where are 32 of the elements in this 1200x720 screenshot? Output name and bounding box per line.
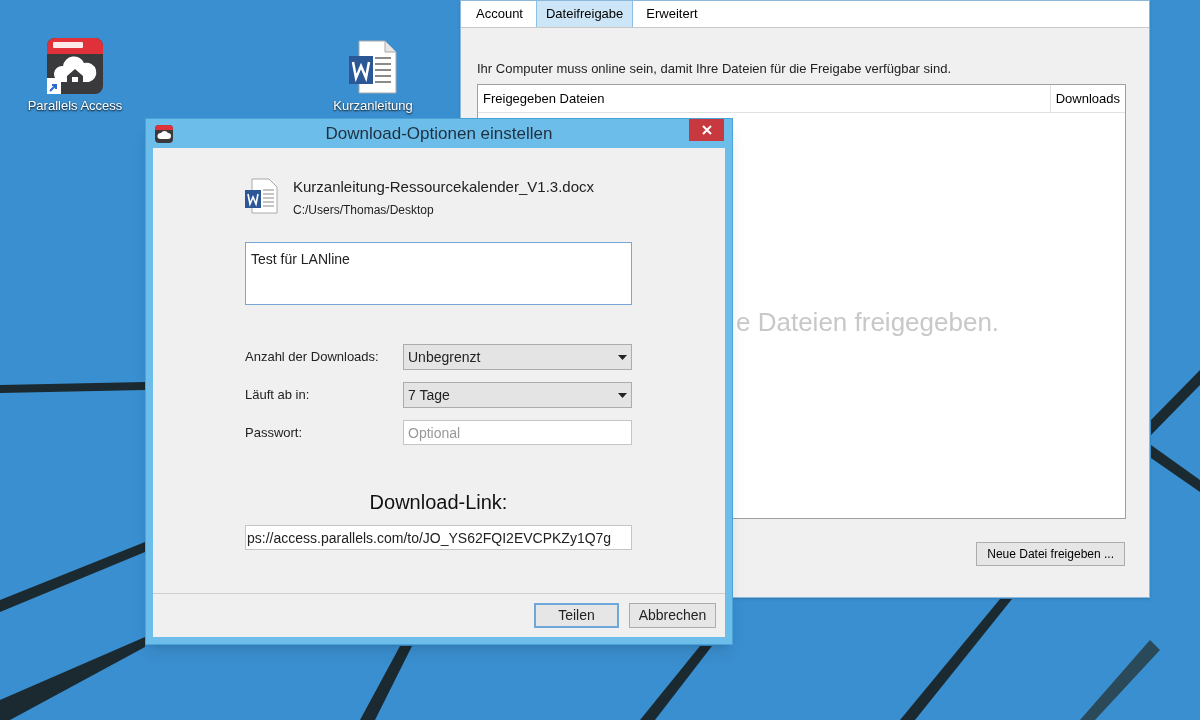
caret-icon xyxy=(618,392,627,398)
dialog-button[interactable]: Abbrechen xyxy=(629,603,716,628)
share-file-button[interactable]: Neue Datei freigeben ... xyxy=(976,542,1125,566)
tab[interactable]: Account xyxy=(463,1,536,27)
link-field[interactable]: ps://access.parallels.com/to/JO_YS62FQI2EVCPKZy1Q7g xyxy=(245,525,632,550)
tab[interactable]: Erweitert xyxy=(633,1,711,27)
field-label: Läuft ab in: xyxy=(245,386,311,405)
app-icon xyxy=(47,38,103,94)
dropdown-value: 7 Tage xyxy=(408,385,450,405)
field-label: Anzahl der Downloads: xyxy=(245,348,380,367)
note-field[interactable]: Test für LANline xyxy=(245,242,632,305)
notice-text: Ihr Computer muss online sein, damit Ihre Dateien für die Freigabe verfügbar sind. xyxy=(477,60,952,78)
dropdown-value: Unbegrenzt xyxy=(408,347,481,367)
dropdown[interactable]: 7 Tage xyxy=(403,382,632,408)
file-path: C:/Users/Thomas/Desktop xyxy=(293,202,435,219)
app-icon xyxy=(155,124,173,143)
file-name: Kurzanleitung-Ressourcekalender_V1.3.docx xyxy=(293,178,594,196)
dropdown[interactable]: Unbegrenzt xyxy=(403,344,632,370)
password-field[interactable]: Optional xyxy=(403,420,632,445)
column-header[interactable]: Downloads xyxy=(1050,85,1125,112)
document-icon xyxy=(245,178,278,214)
column-header[interactable]: Freigegeben Dateien xyxy=(478,85,1051,112)
field-label: Passwort: xyxy=(245,423,304,442)
close-button[interactable] xyxy=(689,119,724,141)
tab[interactable]: Dateifreigabe xyxy=(536,1,634,27)
dialog-button[interactable]: Teilen xyxy=(534,603,619,628)
dialog-title: Download-Optionen einstellen xyxy=(324,122,554,145)
wallpaper-line xyxy=(1151,445,1200,492)
document-icon xyxy=(349,40,397,94)
close-icon xyxy=(701,125,712,135)
caret-icon xyxy=(618,354,627,360)
link-heading: Download-Link: xyxy=(369,490,508,515)
